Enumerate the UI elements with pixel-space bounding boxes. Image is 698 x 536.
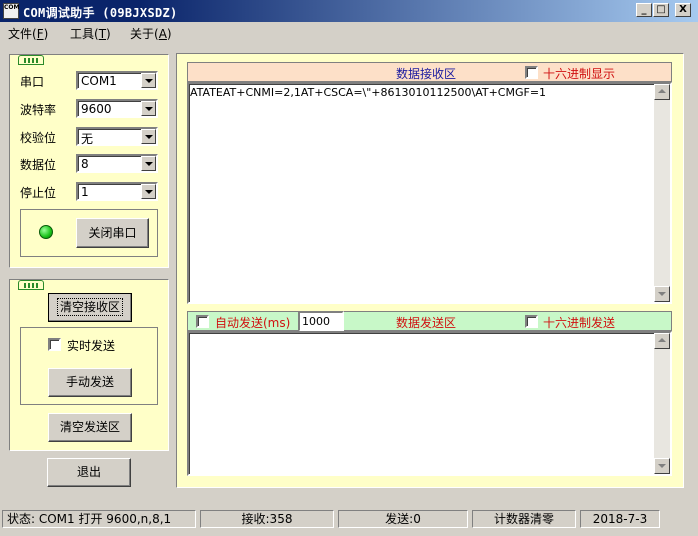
port-control-group: 关闭串口 <box>20 209 158 257</box>
reset-counter-button[interactable]: 计数器清零 <box>472 510 576 528</box>
title-bar: COM COM调试助手 (09BJXSDZ) _ □ X <box>0 0 698 22</box>
scroll-down-icon[interactable] <box>654 286 670 302</box>
realtime-send-label: 实时发送 <box>67 339 116 353</box>
databits-select[interactable]: 8 <box>76 154 158 173</box>
baud-label: 波特率 <box>20 103 57 117</box>
auto-send-interval-input[interactable]: 1000 <box>298 311 344 332</box>
chevron-down-icon[interactable] <box>141 156 156 171</box>
status-date: 2018-7-3 <box>580 510 660 528</box>
port-select[interactable]: COM1 <box>76 71 158 90</box>
close-port-button[interactable]: 关闭串口 <box>76 218 149 248</box>
menu-bar: 文件(F) 工具(T) 关于(A) <box>0 22 698 42</box>
chevron-down-icon[interactable] <box>141 73 156 88</box>
status-received: 接收:358 <box>200 510 334 528</box>
port-label: 串口 <box>20 75 45 89</box>
panel-grip-icon <box>18 280 44 290</box>
receive-textarea[interactable]: ATATEAT+CNMI=2,1AT+CSCA=\"+8613010112500… <box>187 82 672 304</box>
stopbits-label: 停止位 <box>20 186 57 200</box>
manual-send-button[interactable]: 手动发送 <box>48 368 132 397</box>
exit-button[interactable]: 退出 <box>47 458 131 487</box>
menu-tools[interactable]: 工具(T) <box>70 25 111 42</box>
resize-grip-icon[interactable] <box>664 510 696 528</box>
status-bar: 状态: COM1 打开 9600,n,8,1 接收:358 发送:0 计数器清零… <box>0 508 698 532</box>
menu-file[interactable]: 文件(F) <box>8 25 48 42</box>
scroll-down-icon[interactable] <box>654 458 670 474</box>
serial-settings-panel: 串口 COM1 波特率 9600 校验位 无 数据位 8 停止位 1 关闭串口 <box>9 54 169 268</box>
send-title: 数据发送区 <box>396 316 457 330</box>
hex-send-label: 十六进制发送 <box>543 316 616 330</box>
auto-send-label: 自动发送(ms) <box>215 316 291 330</box>
send-header: 自动发送(ms) 1000 数据发送区 十六进制发送 <box>187 311 672 332</box>
status-state: 状态: COM1 打开 9600,n,8,1 <box>2 510 196 528</box>
maximize-button[interactable]: □ <box>653 3 669 17</box>
scroll-up-icon[interactable] <box>654 333 670 349</box>
parity-select[interactable]: 无 <box>76 127 158 146</box>
menu-about[interactable]: 关于(A) <box>130 25 172 42</box>
send-scrollbar[interactable] <box>654 333 670 474</box>
send-textarea[interactable] <box>187 331 672 476</box>
data-panel: 数据接收区 十六进制显示 ATATEAT+CNMI=2,1AT+CSCA=\"+… <box>176 53 684 488</box>
scroll-up-icon[interactable] <box>654 84 670 100</box>
auto-send-checkbox[interactable] <box>196 315 209 328</box>
hex-send-checkbox[interactable] <box>525 315 538 328</box>
close-button[interactable]: X <box>675 3 691 17</box>
stopbits-select[interactable]: 1 <box>76 182 158 201</box>
hex-display-label: 十六进制显示 <box>543 67 616 81</box>
clear-receive-button[interactable]: 清空接收区 <box>48 293 132 322</box>
receive-content: ATATEAT+CNMI=2,1AT+CSCA=\"+8613010112500… <box>190 86 547 99</box>
send-control-group: 实时发送 手动发送 <box>20 327 158 405</box>
realtime-send-checkbox[interactable] <box>48 338 61 351</box>
parity-label: 校验位 <box>20 131 57 145</box>
clear-send-button[interactable]: 清空发送区 <box>48 413 132 442</box>
app-icon: COM <box>3 3 19 19</box>
databits-label: 数据位 <box>20 158 57 172</box>
baud-select[interactable]: 9600 <box>76 99 158 118</box>
chevron-down-icon[interactable] <box>141 184 156 199</box>
status-sent: 发送:0 <box>338 510 468 528</box>
panel-grip-icon <box>18 55 44 65</box>
control-panel: 清空接收区 实时发送 手动发送 清空发送区 <box>9 279 169 451</box>
chevron-down-icon[interactable] <box>141 101 156 116</box>
hex-display-checkbox[interactable] <box>525 66 538 79</box>
minimize-button[interactable]: _ <box>636 3 652 17</box>
receive-header: 数据接收区 十六进制显示 <box>187 62 672 82</box>
chevron-down-icon[interactable] <box>141 129 156 144</box>
receive-scrollbar[interactable] <box>654 84 670 302</box>
receive-title: 数据接收区 <box>396 67 457 81</box>
port-status-led-icon <box>39 225 53 239</box>
window-title: COM调试助手 (09BJXSDZ) <box>23 6 178 20</box>
